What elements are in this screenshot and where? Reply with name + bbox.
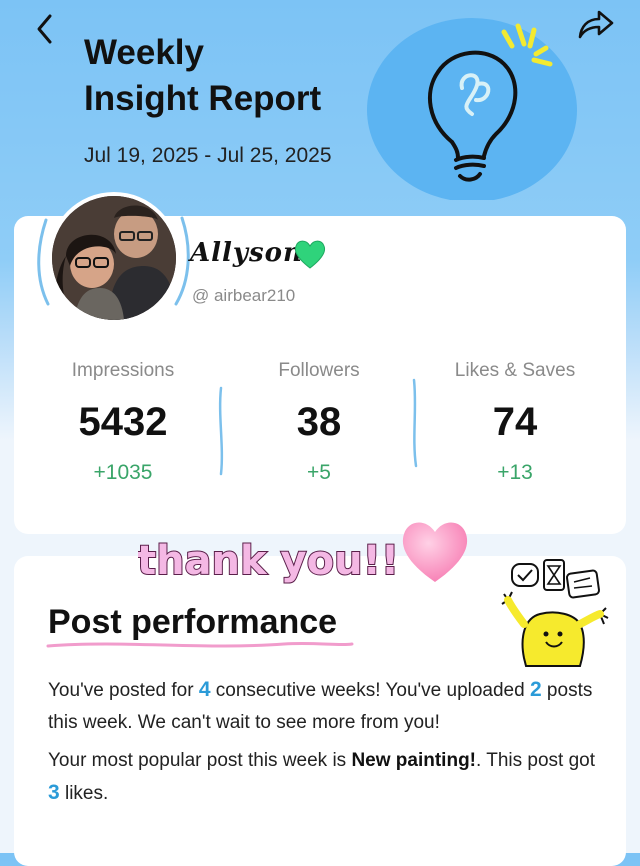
lightbulb-icon: [367, 18, 577, 200]
stat-likes-saves: Likes & Saves 74 +13: [420, 360, 610, 485]
title-underline-scribble: [46, 641, 354, 648]
popular-post-text: Your most popular post this week is New …: [48, 745, 598, 810]
stat-delta: +5: [307, 461, 331, 484]
likes-count: 3: [48, 781, 60, 804]
thank-you-sticker: thank you!!: [138, 537, 398, 585]
stat-label: Followers: [278, 360, 360, 381]
title-line-1: Weekly: [84, 33, 204, 72]
stat-delta: +13: [497, 461, 533, 484]
stat-followers: Followers 38 +5: [224, 360, 414, 485]
stat-value: 74: [492, 400, 538, 444]
thank-you-text: thank you!!: [138, 538, 398, 584]
page-title: Weekly Insight Report: [84, 30, 404, 122]
stat-value: 38: [296, 400, 342, 444]
text-segment: Your most popular post this week is: [48, 750, 352, 771]
text-segment: likes.: [59, 783, 109, 804]
character-sticker-icon: [501, 559, 609, 667]
pink-heart-icon: [402, 522, 468, 582]
avatar[interactable]: [52, 196, 176, 320]
back-arrow-icon[interactable]: [30, 12, 64, 46]
profile-name: Allyson: [190, 238, 303, 268]
title-line-2: Insight Report: [84, 79, 322, 118]
text-segment: . This post got: [476, 750, 596, 771]
weeks-count: 4: [198, 678, 211, 701]
posting-streak-text: You've posted for 4 consecutive weeks! Y…: [48, 674, 598, 739]
text-segment: consecutive weeks! You've uploaded: [210, 680, 530, 701]
stat-delta: +1035: [93, 461, 153, 484]
avatar-photo: [52, 196, 176, 320]
stat-value: 5432: [78, 400, 168, 444]
text-segment: You've posted for: [48, 680, 199, 701]
popular-post-name[interactable]: New painting!: [351, 750, 476, 771]
posts-count: 2: [529, 678, 542, 701]
date-range: Jul 19, 2025 - Jul 25, 2025: [84, 144, 332, 167]
stat-label: Likes & Saves: [454, 360, 576, 381]
stat-label: Impressions: [71, 360, 175, 381]
green-heart-icon: [294, 240, 326, 269]
profile-handle: @ airbear210: [192, 286, 296, 305]
stat-impressions: Impressions 5432 +1035: [28, 360, 218, 485]
